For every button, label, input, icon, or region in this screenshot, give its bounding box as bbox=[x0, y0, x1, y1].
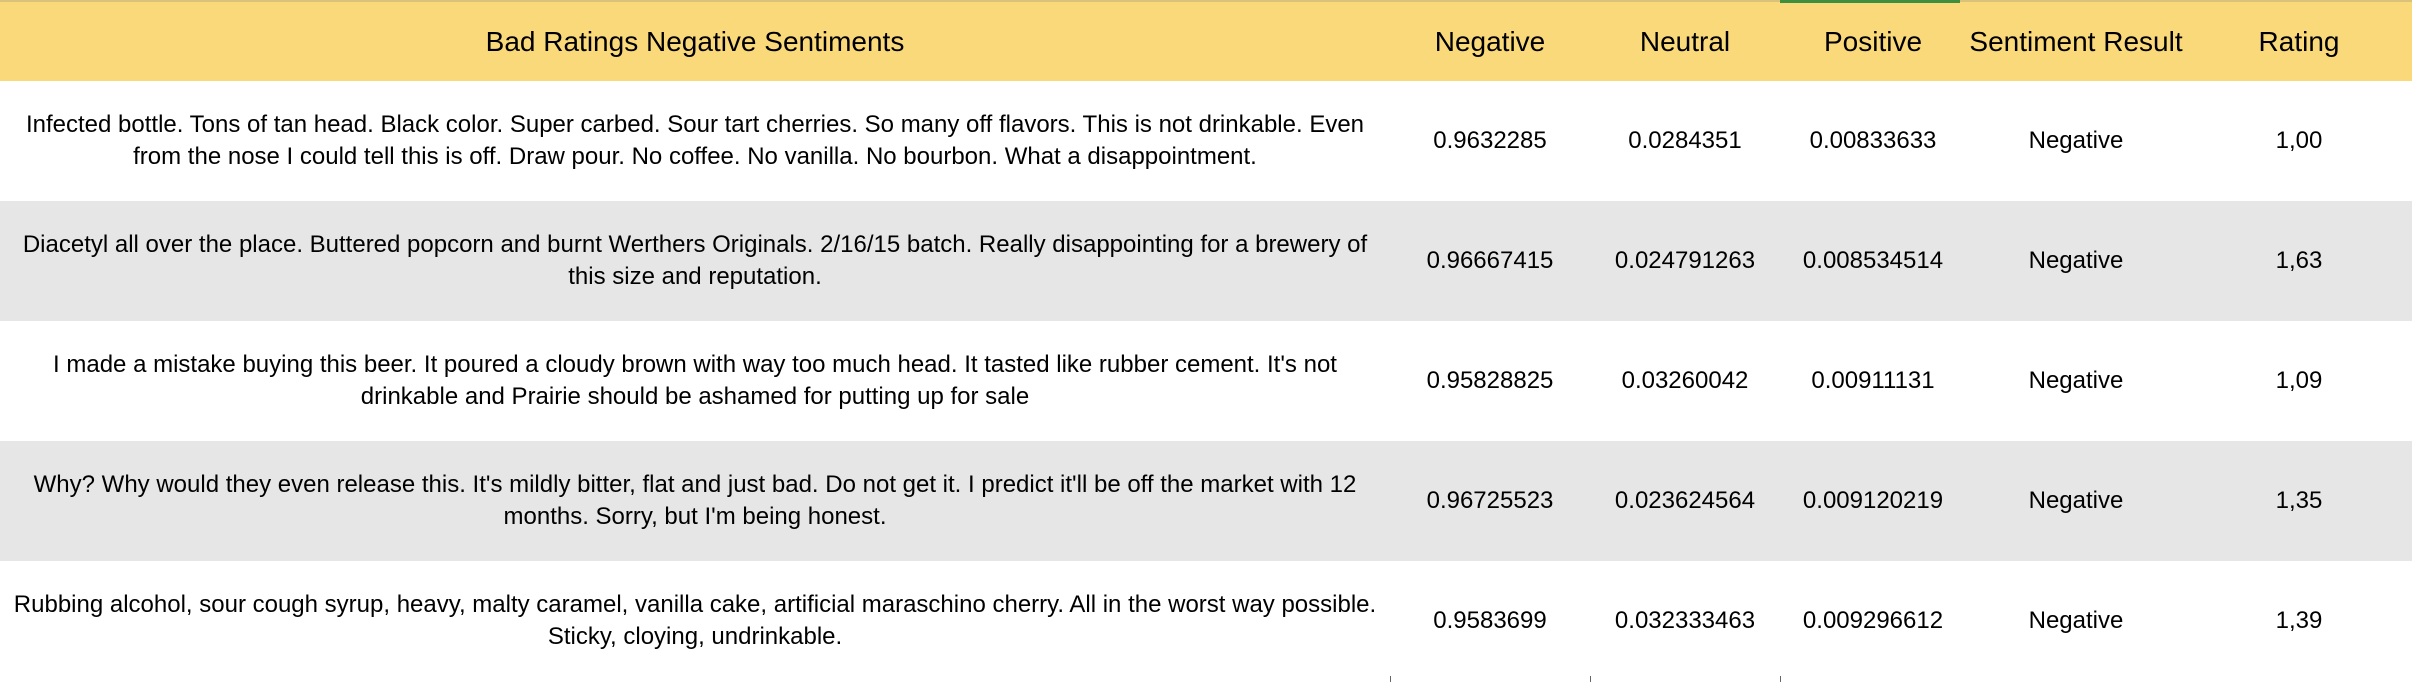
header-rating[interactable]: Rating bbox=[2186, 0, 2412, 81]
neutral-cell[interactable]: 0.0284351 bbox=[1590, 81, 1780, 201]
rating-cell[interactable]: 1,09 bbox=[2186, 321, 2412, 441]
spreadsheet-view: Bad Ratings Negative Sentiments Negative… bbox=[0, 0, 2412, 682]
header-sentiment-result[interactable]: Sentiment Result bbox=[1966, 0, 2186, 81]
negative-cell[interactable]: 0.9632285 bbox=[1390, 81, 1590, 201]
neutral-cell[interactable]: 0.032333463 bbox=[1590, 561, 1780, 681]
header-neutral[interactable]: Neutral bbox=[1590, 0, 1780, 81]
positive-cell[interactable]: 0.00833633 bbox=[1780, 81, 1966, 201]
header-review[interactable]: Bad Ratings Negative Sentiments bbox=[0, 0, 1390, 81]
column-divider bbox=[1780, 676, 1781, 682]
table-row: I made a mistake buying this beer. It po… bbox=[0, 321, 2412, 441]
negative-cell[interactable]: 0.96667415 bbox=[1390, 201, 1590, 321]
table-row: Why? Why would they even release this. I… bbox=[0, 441, 2412, 561]
neutral-cell[interactable]: 0.023624564 bbox=[1590, 441, 1780, 561]
header-positive[interactable]: Positive bbox=[1780, 0, 1966, 81]
positive-cell[interactable]: 0.00911131 bbox=[1780, 321, 1966, 441]
review-cell[interactable]: Why? Why would they even release this. I… bbox=[0, 441, 1390, 561]
sentiment-result-cell[interactable]: Negative bbox=[1966, 321, 2186, 441]
rating-cell[interactable]: 1,00 bbox=[2186, 81, 2412, 201]
negative-cell[interactable]: 0.96725523 bbox=[1390, 441, 1590, 561]
rating-cell[interactable]: 1,35 bbox=[2186, 441, 2412, 561]
neutral-cell[interactable]: 0.024791263 bbox=[1590, 201, 1780, 321]
sentiment-result-cell[interactable]: Negative bbox=[1966, 201, 2186, 321]
negative-cell[interactable]: 0.9583699 bbox=[1390, 561, 1590, 681]
positive-cell[interactable]: 0.009120219 bbox=[1780, 441, 1966, 561]
neutral-cell[interactable]: 0.03260042 bbox=[1590, 321, 1780, 441]
table-row: Diacetyl all over the place. Buttered po… bbox=[0, 201, 2412, 321]
sentiment-table: Bad Ratings Negative Sentiments Negative… bbox=[0, 0, 2412, 681]
review-cell[interactable]: Diacetyl all over the place. Buttered po… bbox=[0, 201, 1390, 321]
rating-cell[interactable]: 1,39 bbox=[2186, 561, 2412, 681]
sentiment-result-cell[interactable]: Negative bbox=[1966, 441, 2186, 561]
review-cell[interactable]: Rubbing alcohol, sour cough syrup, heavy… bbox=[0, 561, 1390, 681]
header-row: Bad Ratings Negative Sentiments Negative… bbox=[0, 0, 2412, 81]
sentiment-result-cell[interactable]: Negative bbox=[1966, 561, 2186, 681]
positive-cell[interactable]: 0.008534514 bbox=[1780, 201, 1966, 321]
table-row: Infected bottle. Tons of tan head. Black… bbox=[0, 81, 2412, 201]
rating-cell[interactable]: 1,63 bbox=[2186, 201, 2412, 321]
header-negative[interactable]: Negative bbox=[1390, 0, 1590, 81]
table-row: Rubbing alcohol, sour cough syrup, heavy… bbox=[0, 561, 2412, 681]
review-cell[interactable]: Infected bottle. Tons of tan head. Black… bbox=[0, 81, 1390, 201]
negative-cell[interactable]: 0.95828825 bbox=[1390, 321, 1590, 441]
column-divider bbox=[1390, 676, 1391, 682]
next-row-edge bbox=[0, 676, 2412, 682]
sentiment-result-cell[interactable]: Negative bbox=[1966, 81, 2186, 201]
positive-cell[interactable]: 0.009296612 bbox=[1780, 561, 1966, 681]
review-cell[interactable]: I made a mistake buying this beer. It po… bbox=[0, 321, 1390, 441]
column-divider bbox=[1590, 676, 1591, 682]
